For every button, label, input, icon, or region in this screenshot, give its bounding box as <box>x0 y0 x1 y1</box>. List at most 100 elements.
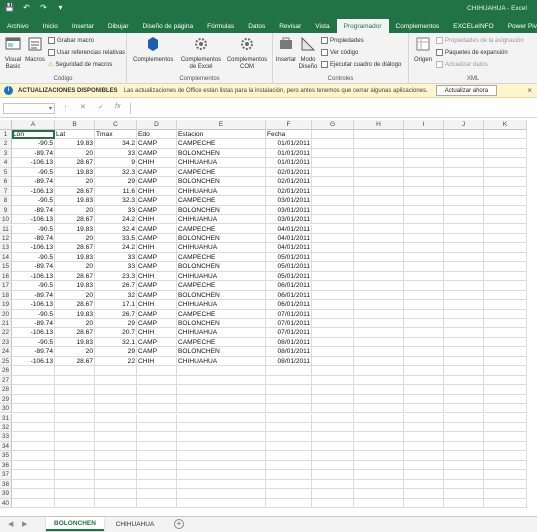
cell-j40[interactable] <box>444 498 484 508</box>
cell-i30[interactable] <box>404 404 444 414</box>
cell-d34[interactable] <box>137 441 177 452</box>
cell-k25[interactable] <box>484 356 527 367</box>
cell-a10[interactable]: -106.13 <box>12 215 55 225</box>
cell-c9[interactable]: 33 <box>95 205 137 216</box>
cell-e22[interactable]: CHIHUAHUA <box>177 328 266 338</box>
cell-a38[interactable] <box>12 479 55 490</box>
cell-c8[interactable]: 32.3 <box>95 196 137 206</box>
cell-k27[interactable] <box>484 375 527 386</box>
cell-e16[interactable]: CHIHUAHUA <box>177 271 266 282</box>
cell-c33[interactable] <box>95 432 137 442</box>
cell-h39[interactable] <box>354 489 404 499</box>
cell-c36[interactable] <box>95 460 137 471</box>
cell-i2[interactable] <box>404 139 444 149</box>
cell-e19[interactable]: CHIHUAHUA <box>177 300 266 310</box>
cell-b29[interactable] <box>55 394 95 405</box>
cell-i35[interactable] <box>404 451 444 461</box>
cell-c27[interactable] <box>95 375 137 386</box>
cell-c15[interactable]: 33 <box>95 262 137 272</box>
cell-j9[interactable] <box>444 205 484 216</box>
cell-b11[interactable]: 19.83 <box>55 224 95 234</box>
cell-g4[interactable] <box>312 158 354 168</box>
cell-j12[interactable] <box>444 233 484 244</box>
cell-h9[interactable] <box>354 205 404 216</box>
cell-e40[interactable] <box>177 498 266 508</box>
cell-f20[interactable]: 07/01/2011 <box>266 309 312 319</box>
cell-h34[interactable] <box>354 441 404 452</box>
cell-g7[interactable] <box>312 186 354 197</box>
cell-j23[interactable] <box>444 337 484 348</box>
cell-a14[interactable]: -90.5 <box>12 252 55 263</box>
cell-f25[interactable]: 08/01/2011 <box>266 356 312 367</box>
cell-c40[interactable] <box>95 498 137 508</box>
cell-b35[interactable] <box>55 451 95 461</box>
cell-d14[interactable]: CAMP <box>137 252 177 263</box>
column-header-b[interactable]: B <box>55 120 95 130</box>
cell-b10[interactable]: 28.67 <box>55 215 95 225</box>
cell-j27[interactable] <box>444 375 484 386</box>
cell-e9[interactable]: BOLONCHEN <box>177 205 266 216</box>
design-mode-button[interactable]: Modo Diseño <box>297 36 319 71</box>
cell-e7[interactable]: CHIHUAHUA <box>177 186 266 197</box>
cell-e31[interactable] <box>177 413 266 423</box>
macro-security-button[interactable]: ⚠ Seguridad de macros <box>48 61 112 69</box>
cell-f7[interactable]: 02/01/2011 <box>266 186 312 197</box>
cell-a30[interactable] <box>12 404 55 414</box>
cell-f37[interactable] <box>266 470 312 480</box>
cell-e34[interactable] <box>177 441 266 452</box>
tab-diseño-de-página[interactable]: Diseño de página <box>136 19 201 33</box>
cell-h37[interactable] <box>354 470 404 480</box>
cell-k37[interactable] <box>484 470 527 480</box>
cell-j35[interactable] <box>444 451 484 461</box>
cell-k6[interactable] <box>484 177 527 187</box>
column-header-j[interactable]: J <box>444 120 484 130</box>
sheet-tab-bolonchen[interactable]: BOLONCHEN <box>46 517 104 531</box>
cell-j28[interactable] <box>444 385 484 395</box>
tab-archivo[interactable]: Archivo <box>0 19 36 33</box>
cell-b38[interactable] <box>55 479 95 490</box>
cell-i37[interactable] <box>404 470 444 480</box>
cell-i7[interactable] <box>404 186 444 197</box>
cell-f26[interactable] <box>266 366 312 376</box>
cell-h22[interactable] <box>354 328 404 338</box>
cell-c32[interactable] <box>95 422 137 433</box>
cell-g6[interactable] <box>312 177 354 187</box>
cell-a5[interactable]: -90.5 <box>12 167 55 178</box>
cell-c25[interactable]: 22 <box>95 356 137 367</box>
cell-a4[interactable]: -106.13 <box>12 158 55 168</box>
cell-j29[interactable] <box>444 394 484 405</box>
cell-h32[interactable] <box>354 422 404 433</box>
cell-i38[interactable] <box>404 479 444 490</box>
row-header[interactable]: 34 <box>0 441 12 452</box>
cell-i31[interactable] <box>404 413 444 423</box>
cell-h36[interactable] <box>354 460 404 471</box>
cell-j31[interactable] <box>444 413 484 423</box>
cell-f3[interactable]: 01/01/2011 <box>266 148 312 159</box>
cell-j18[interactable] <box>444 290 484 301</box>
cell-g8[interactable] <box>312 196 354 206</box>
cell-g13[interactable] <box>312 243 354 253</box>
cell-e27[interactable] <box>177 375 266 386</box>
cell-b20[interactable]: 19.83 <box>55 309 95 319</box>
cell-b3[interactable]: 20 <box>55 148 95 159</box>
column-header-g[interactable]: G <box>312 120 354 130</box>
cell-f16[interactable]: 05/01/2011 <box>266 271 312 282</box>
row-header[interactable]: 5 <box>0 167 12 178</box>
cell-f13[interactable]: 04/01/2011 <box>266 243 312 253</box>
cell-d32[interactable] <box>137 422 177 433</box>
cell-f39[interactable] <box>266 489 312 499</box>
cell-d16[interactable]: CHIH <box>137 271 177 282</box>
cell-e18[interactable]: BOLONCHEN <box>177 290 266 301</box>
cell-c13[interactable]: 24.2 <box>95 243 137 253</box>
cell-g31[interactable] <box>312 413 354 423</box>
cell-h4[interactable] <box>354 158 404 168</box>
cell-d21[interactable]: CAMP <box>137 319 177 329</box>
close-icon[interactable]: × <box>527 86 532 95</box>
cell-i32[interactable] <box>404 422 444 433</box>
cell-f19[interactable]: 06/01/2011 <box>266 300 312 310</box>
row-header[interactable]: 37 <box>0 470 12 480</box>
cell-d1[interactable]: Edo <box>137 130 177 140</box>
cell-g5[interactable] <box>312 167 354 178</box>
cell-b2[interactable]: 19.83 <box>55 139 95 149</box>
expansion-packs-button[interactable]: Paquetes de expansión <box>436 49 508 56</box>
